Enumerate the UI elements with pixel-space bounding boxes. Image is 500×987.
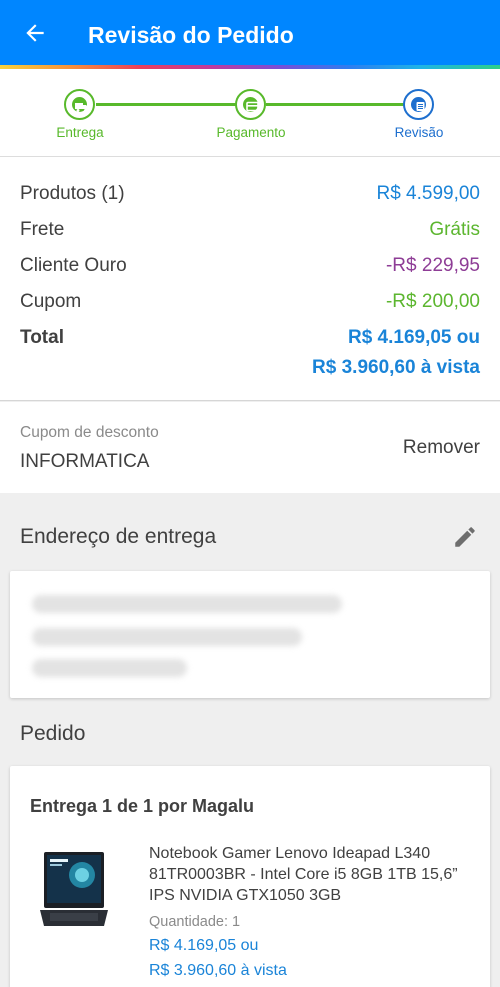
coupon-caption: Cupom de desconto — [20, 424, 159, 441]
card-icon — [246, 101, 259, 112]
summary-row-total: Total R$ 4.169,05 ou — [20, 325, 480, 351]
order-section-title: Pedido — [20, 722, 86, 745]
step-label-entrega: Entrega — [56, 125, 104, 140]
address-section-title: Endereço de entrega — [20, 525, 217, 548]
checkout-stepper: Entrega Pagamento Revisão — [0, 69, 500, 157]
step-entrega[interactable] — [64, 89, 95, 120]
order-summary: Produtos (1) R$ 4.599,00 Frete Grátis Cl… — [0, 157, 500, 401]
gold-client-label: Cliente Ouro — [20, 255, 127, 276]
list-icon — [416, 102, 425, 111]
summary-row-coupon: Cupom -R$ 200,00 — [20, 289, 480, 315]
redacted-address-line — [32, 659, 187, 677]
step-label-pagamento: Pagamento — [216, 125, 286, 140]
discount-coupon: Cupom de desconto INFORMATICA Remover — [0, 402, 500, 493]
total-value: R$ 4.169,05 ou — [347, 327, 480, 348]
remove-coupon-button[interactable]: Remover — [403, 437, 480, 459]
total-cash-value: R$ 3.960,60 à vista — [312, 357, 480, 378]
shipping-label: Frete — [20, 219, 65, 240]
delivery-label: Entrega 1 de 1 por Magalu — [30, 796, 255, 816]
summary-row-products: Produtos (1) R$ 4.599,00 — [20, 181, 480, 207]
products-label: Produtos (1) — [20, 183, 125, 204]
address-card[interactable] — [10, 571, 490, 698]
total-label: Total — [20, 327, 64, 348]
product-name[interactable]: Notebook Gamer Lenovo Ideapad L340 81TR0… — [149, 843, 479, 906]
product-price: R$ 4.169,05 ou — [149, 937, 259, 954]
laptop-product-image[interactable] — [38, 848, 110, 934]
arrow-left-icon[interactable] — [22, 20, 48, 46]
summary-row-gold: Cliente Ouro -R$ 229,95 — [20, 253, 480, 279]
product-price-cash: R$ 3.960,60 à vista — [149, 962, 287, 979]
product-quantity: Quantidade: 1 — [149, 914, 241, 930]
step-pagamento[interactable] — [235, 89, 266, 120]
coupon-code: INFORMATICA — [20, 451, 150, 472]
coupon-value: -R$ 200,00 — [385, 291, 480, 312]
summary-row-shipping: Frete Grátis — [20, 217, 480, 243]
order-card: Entrega 1 de 1 por Magalu Notebook Gamer… — [10, 766, 490, 987]
step-label-revisao: Revisão — [394, 125, 444, 140]
pencil-icon[interactable] — [452, 524, 478, 550]
page-title: Revisão do Pedido — [88, 22, 294, 48]
truck-icon — [75, 103, 88, 112]
gold-client-value: -R$ 229,95 — [385, 255, 480, 276]
coupon-label: Cupom — [20, 291, 82, 312]
redacted-address-line — [32, 595, 342, 613]
products-value: R$ 4.599,00 — [376, 183, 480, 204]
step-revisao[interactable] — [403, 89, 434, 120]
shipping-value: Grátis — [429, 219, 480, 240]
step-connector — [266, 103, 404, 106]
summary-row-total-cash: R$ 3.960,60 à vista — [20, 355, 480, 381]
redacted-address-line — [32, 628, 302, 646]
step-connector — [96, 103, 236, 106]
app-bar: Revisão do Pedido — [0, 0, 500, 66]
